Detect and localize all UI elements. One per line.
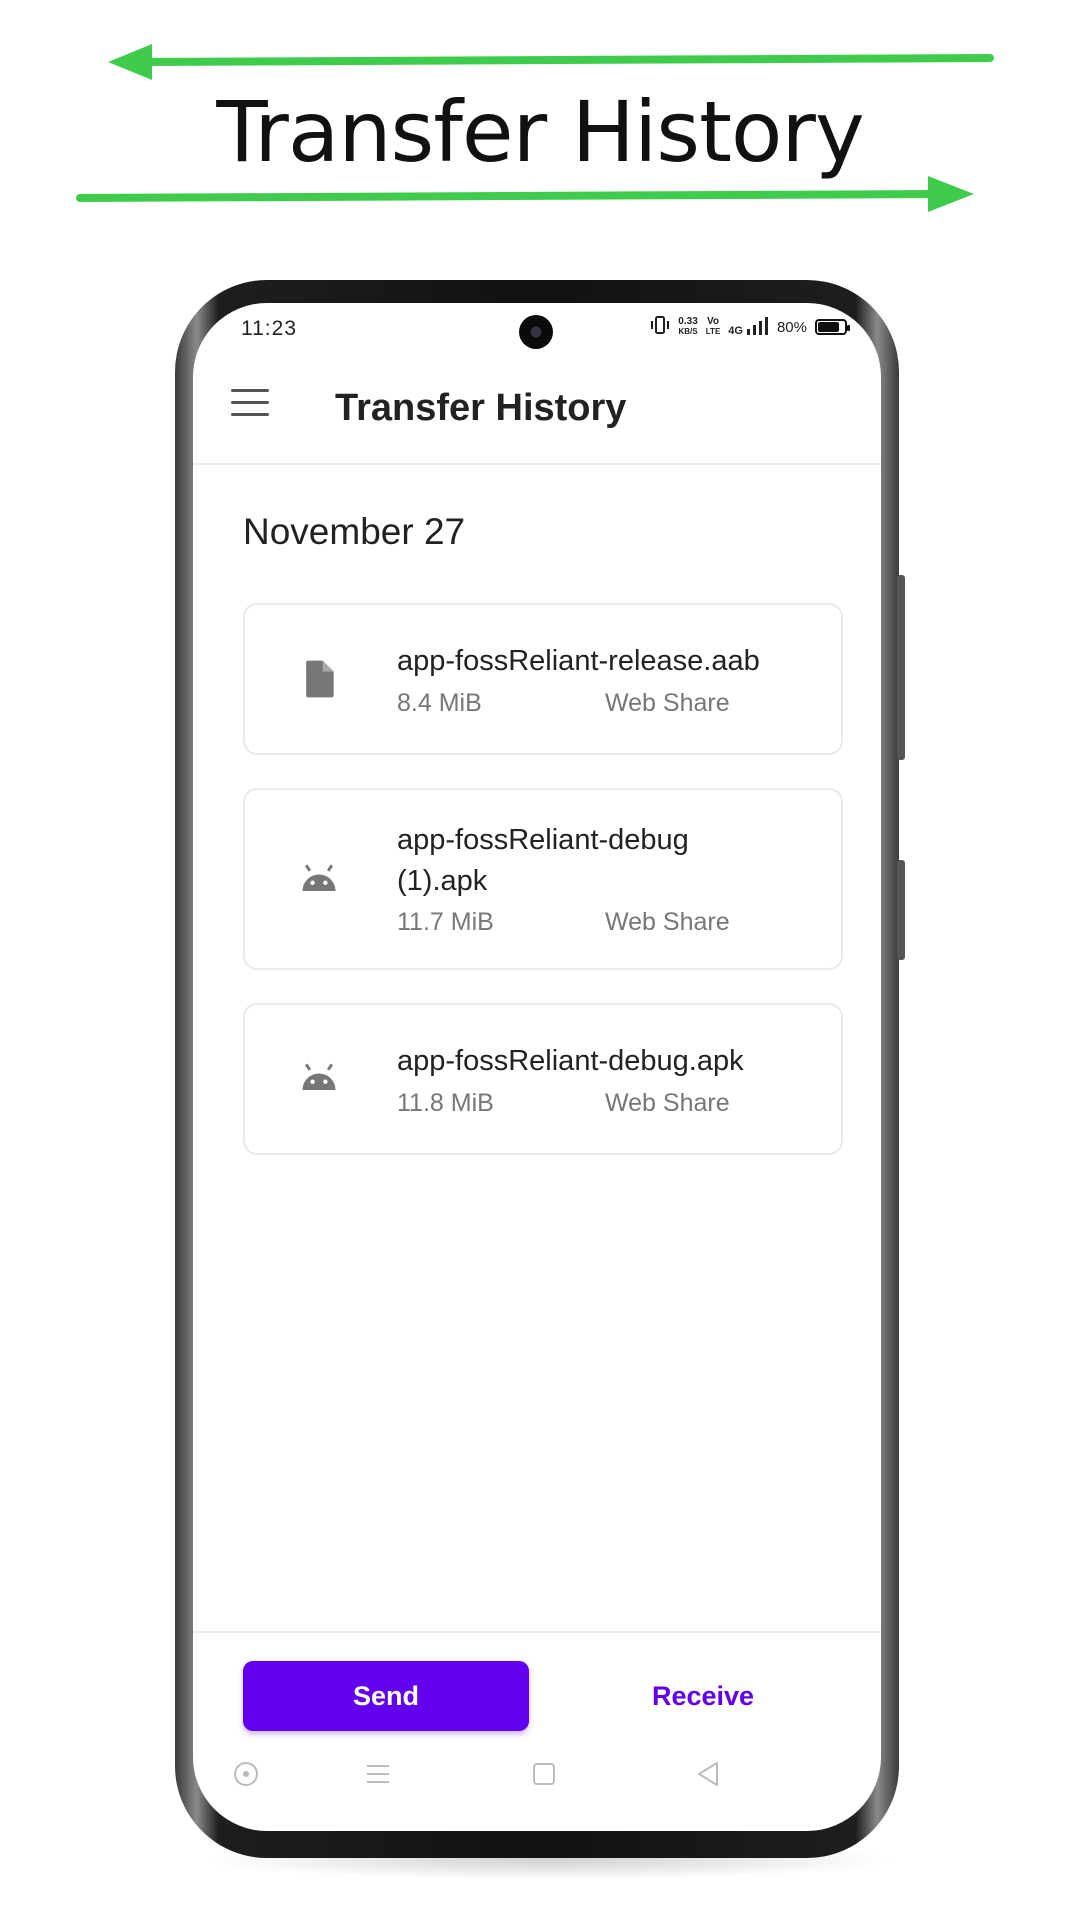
file-size: 8.4 MiB: [397, 689, 482, 717]
menu-icon[interactable]: [231, 389, 269, 419]
status-icons: 0.33 KB/S Vo LTE 4G 80%: [650, 315, 850, 339]
vibrate-icon: [650, 315, 670, 339]
android-icon: [297, 1057, 341, 1101]
file-size: 11.8 MiB: [397, 1089, 494, 1117]
app-bar: Transfer History: [193, 357, 881, 465]
right-arrow-decoration: [76, 176, 974, 212]
net-speed-value: 0.33: [678, 316, 698, 327]
battery-icon: [815, 319, 850, 335]
history-item[interactable]: app-fossReliant-release.aab 8.4 MiB Web …: [243, 603, 843, 755]
status-time: 11:23: [241, 317, 297, 340]
android-icon: [297, 858, 341, 902]
camera-cutout: [519, 315, 553, 349]
send-button[interactable]: Send: [243, 1661, 529, 1731]
home-icon[interactable]: [529, 1759, 559, 1789]
history-item[interactable]: app-fossReliant-debug.apk 11.8 MiB Web S…: [243, 1003, 843, 1155]
transfer-method: Web Share: [605, 1089, 730, 1117]
page-title: Transfer History: [335, 387, 627, 429]
section-date: November 27: [243, 511, 466, 552]
record-icon[interactable]: [231, 1759, 261, 1789]
file-size: 11.7 MiB: [397, 908, 494, 936]
back-icon[interactable]: [693, 1759, 723, 1789]
transfer-method: Web Share: [605, 908, 730, 936]
volte-top: Vo: [707, 316, 720, 327]
recents-icon[interactable]: [363, 1759, 393, 1789]
power-button: [897, 575, 905, 760]
signal-icon: 4G: [728, 317, 769, 337]
network-type: 4G: [728, 325, 743, 337]
receive-button[interactable]: Receive: [573, 1661, 833, 1731]
net-speed-unit: KB/S: [678, 327, 698, 336]
history-item[interactable]: app-fossReliant-debug (1).apk 11.7 MiB W…: [243, 788, 843, 970]
transfer-method: Web Share: [605, 689, 730, 717]
file-name: app-fossReliant-release.aab: [397, 645, 760, 677]
phone-screen: 11:23 0.33 KB/S Vo LTE 4G 80% Transfer H…: [193, 303, 881, 1831]
volte-bottom: LTE: [705, 327, 721, 336]
bottom-divider: [193, 1631, 881, 1633]
file-name: app-fossReliant-debug (1).apk: [397, 824, 689, 897]
volte-indicator: Vo LTE: [706, 317, 721, 337]
net-speed: 0.33 KB/S: [678, 317, 697, 337]
volume-button: [897, 860, 905, 960]
file-name: app-fossReliant-debug.apk: [397, 1045, 744, 1077]
battery-percent: 80%: [776, 318, 807, 336]
file-icon: [297, 657, 341, 701]
